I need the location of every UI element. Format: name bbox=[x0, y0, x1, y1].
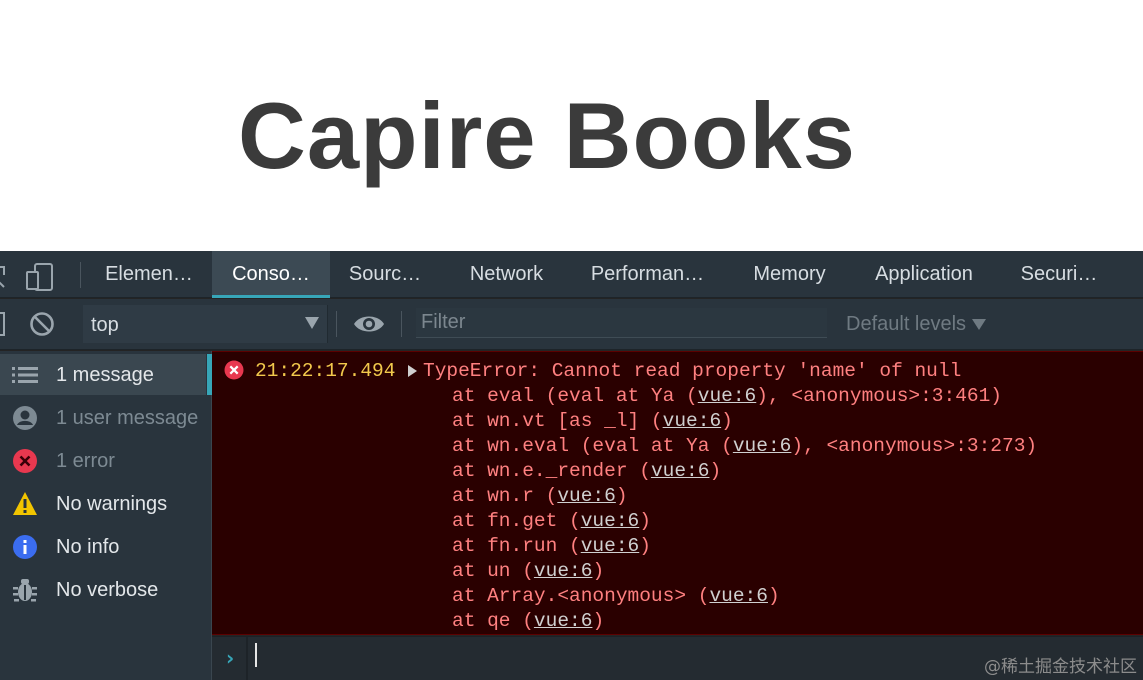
sidebar-item-label: No warnings bbox=[56, 493, 168, 515]
info-icon bbox=[12, 534, 38, 560]
stack-frame-text: ) bbox=[709, 460, 722, 482]
text-cursor bbox=[255, 643, 257, 667]
tab-network[interactable]: Network bbox=[458, 251, 555, 298]
stack-frame-text: ) bbox=[592, 610, 605, 632]
stack-frame-text: at qe ( bbox=[452, 610, 534, 632]
devtools-tabbar: Elemen… Conso… Sourc… Network Performan…… bbox=[0, 251, 1143, 298]
sidebar-item-label: 1 message bbox=[56, 364, 154, 386]
stack-frame: at wn.r (vue:6) bbox=[452, 485, 628, 507]
stack-frame-text: at wn.vt [as _l] ( bbox=[452, 410, 663, 432]
device-toolbar-icon[interactable] bbox=[26, 263, 54, 296]
web-page: Capire Books bbox=[0, 0, 1143, 251]
context-selector[interactable]: top bbox=[83, 305, 328, 343]
tab-security[interactable]: Securi… bbox=[1011, 251, 1107, 298]
stack-frame: at qe (vue:6) bbox=[452, 610, 604, 632]
stack-frame: at wn.eval (eval at Ya (vue:6), <anonymo… bbox=[452, 435, 1037, 457]
stack-frame-text: ) bbox=[615, 485, 628, 507]
stack-frame-text: ) bbox=[639, 535, 651, 557]
toolbar-divider bbox=[336, 311, 337, 337]
sidebar-item-label: 1 user message bbox=[56, 407, 199, 429]
list-icon bbox=[12, 362, 38, 388]
log-levels-dropdown[interactable]: Default levels bbox=[846, 313, 987, 336]
source-link[interactable]: vue:6 bbox=[581, 510, 640, 532]
source-link[interactable]: vue:6 bbox=[709, 585, 768, 607]
source-link[interactable]: vue:6 bbox=[534, 560, 593, 582]
sidebar-toggle-icon[interactable] bbox=[0, 312, 6, 341]
chevron-right-icon: › bbox=[226, 646, 235, 670]
stack-frame-text: at wn.e._render ( bbox=[452, 460, 651, 482]
sidebar-item-label: No verbose bbox=[56, 579, 159, 601]
inspect-element-icon[interactable] bbox=[0, 263, 6, 294]
log-levels-label: Default levels bbox=[846, 313, 967, 335]
filter-input[interactable] bbox=[416, 308, 827, 338]
stack-frame-text: ) bbox=[592, 560, 605, 582]
stack-frame-text: ), <anonymous>:3:461) bbox=[756, 385, 1003, 407]
sidebar-item-warnings[interactable]: No warnings bbox=[0, 483, 206, 524]
source-link[interactable]: vue:6 bbox=[557, 485, 616, 507]
devtools-panel: Elemen… Conso… Sourc… Network Performan…… bbox=[0, 251, 1143, 680]
stack-frame-text: at Array.<anonymous> ( bbox=[452, 585, 710, 607]
stack-frame: at un (vue:6) bbox=[452, 560, 604, 582]
toolbar-divider bbox=[401, 311, 402, 337]
expand-triangle-icon[interactable] bbox=[408, 365, 417, 377]
error-message-text: TypeError: Cannot read property 'name' o… bbox=[423, 360, 962, 382]
sidebar-item-verbose[interactable]: No verbose bbox=[0, 569, 206, 610]
stack-frame-text: ) bbox=[639, 510, 651, 532]
stack-frame: at fn.get (vue:6) bbox=[452, 510, 651, 532]
stack-frame-text: at fn.run ( bbox=[452, 535, 581, 557]
eye-icon[interactable] bbox=[353, 313, 385, 340]
tab-memory[interactable]: Memory bbox=[741, 251, 838, 298]
sidebar-item-user-messages[interactable]: 1 user message bbox=[0, 397, 206, 438]
stack-frame: at fn.run (vue:6) bbox=[452, 535, 651, 557]
stack-frame-text: at eval (eval at Ya ( bbox=[452, 385, 698, 407]
console-toolbar: top Default levels bbox=[0, 299, 1143, 350]
sidebar-item-messages[interactable]: 1 message bbox=[0, 354, 212, 395]
page-title: Capire Books bbox=[238, 83, 856, 188]
tab-elements[interactable]: Elemen… bbox=[94, 251, 204, 298]
sidebar-item-info[interactable]: No info bbox=[0, 526, 206, 567]
context-selector-value: top bbox=[91, 314, 119, 336]
stack-frame-text: at wn.r ( bbox=[452, 485, 558, 507]
stack-frame-text: ) bbox=[721, 410, 733, 432]
console-prompt[interactable]: › @稀土掘金技术社区 bbox=[212, 636, 1143, 680]
sidebar-item-label: 1 error bbox=[56, 450, 115, 472]
toolbar-divider bbox=[80, 262, 81, 288]
source-link[interactable]: vue:6 bbox=[733, 435, 792, 457]
source-link[interactable]: vue:6 bbox=[651, 460, 710, 482]
stack-frame-text: at un ( bbox=[452, 560, 534, 582]
stack-frame: at Array.<anonymous> (vue:6) bbox=[452, 585, 780, 607]
clear-console-icon[interactable] bbox=[29, 311, 55, 342]
source-link[interactable]: vue:6 bbox=[581, 535, 640, 557]
bug-icon bbox=[12, 577, 38, 603]
source-link[interactable]: vue:6 bbox=[534, 610, 593, 632]
message-timestamp: 21:22:17.494 bbox=[255, 360, 396, 382]
source-link[interactable]: vue:6 bbox=[663, 410, 722, 432]
stack-frame-text: ), <anonymous>:3:273) bbox=[791, 435, 1038, 457]
prompt-divider bbox=[246, 637, 248, 680]
caret-down-icon bbox=[972, 319, 987, 331]
user-icon bbox=[12, 405, 38, 431]
stack-frame-text: ) bbox=[767, 585, 780, 607]
console-sidebar: 1 message 1 user message 1 error No warn… bbox=[0, 351, 212, 680]
error-icon bbox=[12, 448, 38, 474]
tab-sources[interactable]: Sourc… bbox=[340, 251, 430, 298]
watermark-text: @稀土掘金技术社区 bbox=[984, 657, 1137, 677]
tab-application[interactable]: Application bbox=[862, 251, 986, 298]
warning-icon bbox=[12, 491, 38, 517]
tab-console[interactable]: Conso… bbox=[212, 251, 330, 298]
sidebar-item-errors[interactable]: 1 error bbox=[0, 440, 206, 481]
stack-frame: at wn.e._render (vue:6) bbox=[452, 460, 721, 482]
chevron-down-icon bbox=[305, 317, 319, 329]
console-output: 21:22:17.494 TypeError: Cannot read prop… bbox=[212, 351, 1143, 680]
stack-frame: at eval (eval at Ya (vue:6), <anonymous>… bbox=[452, 385, 1002, 407]
sidebar-item-label: No info bbox=[56, 536, 120, 558]
stack-frame-text: at wn.eval (eval at Ya ( bbox=[452, 435, 733, 457]
console-error-message[interactable]: 21:22:17.494 TypeError: Cannot read prop… bbox=[212, 351, 1143, 635]
error-icon bbox=[224, 360, 244, 385]
tab-performance[interactable]: Performan… bbox=[580, 251, 715, 298]
source-link[interactable]: vue:6 bbox=[698, 385, 757, 407]
stack-frame: at wn.vt [as _l] (vue:6) bbox=[452, 410, 733, 432]
stack-frame-text: at fn.get ( bbox=[452, 510, 581, 532]
